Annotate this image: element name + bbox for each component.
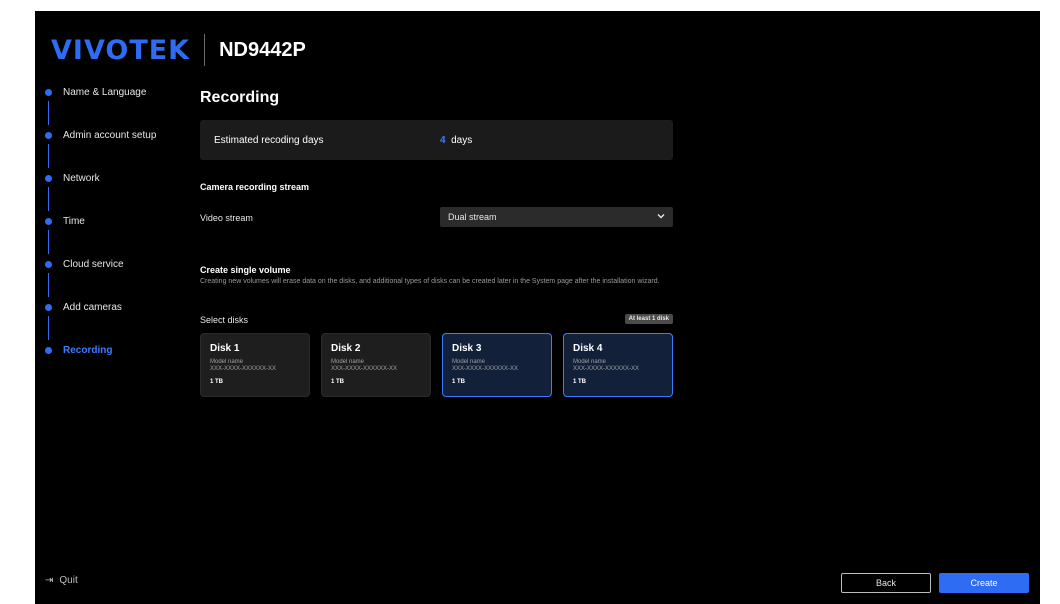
step-label: Time — [63, 216, 85, 227]
select-disks-label: Select disks — [200, 315, 249, 325]
step-dot-icon — [45, 175, 52, 182]
disk-model-label: Model name — [210, 359, 244, 365]
step-dot-icon — [45, 132, 52, 139]
estimate-label: Estimated recoding days — [214, 135, 324, 146]
disk-size: 1 TB — [573, 379, 587, 385]
device-model: ND9442P — [219, 38, 306, 61]
step-dot-icon — [45, 347, 52, 354]
disk-name: Disk 3 — [452, 343, 482, 354]
step-dot-icon — [45, 218, 52, 225]
disk-name: Disk 4 — [573, 343, 603, 354]
disk-name: Disk 1 — [210, 343, 240, 354]
disk-card-1[interactable]: Disk 1 Model name XXX-XXXX-XXXXXX-XX 1 T… — [200, 333, 310, 397]
disk-model-value: XXX-XXXX-XXXXXX-XX — [573, 366, 640, 372]
step-dot-icon — [45, 261, 52, 268]
quit-button[interactable]: ⇥ Quit — [45, 575, 78, 586]
disk-model-value: XXX-XXXX-XXXXXX-XX — [452, 366, 519, 372]
chevron-down-icon — [657, 214, 665, 219]
step-label: Name & Language — [63, 87, 147, 98]
disk-model-label: Model name — [331, 359, 365, 365]
disk-card-2[interactable]: Disk 2 Model name XXX-XXXX-XXXXXX-XX 1 T… — [321, 333, 431, 397]
stream-section-title: Camera recording stream — [200, 182, 310, 192]
exit-arrow-icon: ⇥ — [45, 575, 54, 586]
estimate-days-unit: days — [451, 135, 473, 146]
step-connector — [48, 230, 49, 254]
app-window: VIVOTEK ND9442P Name & Language Admin ac… — [35, 11, 1040, 604]
disk-model-value: XXX-XXXX-XXXXXX-XX — [331, 366, 398, 372]
volume-description: Creating new volumes will erase data on … — [200, 278, 660, 285]
disk-name: Disk 2 — [331, 343, 361, 354]
vivotek-logo: VIVOTEK — [51, 34, 191, 66]
recording-panel: Recording Estimated recoding days 4 days… — [200, 89, 673, 397]
step-dot-icon — [45, 304, 52, 311]
step-connector — [48, 187, 49, 211]
min-disk-badge: At least 1 disk — [624, 314, 673, 324]
disk-model-label: Model name — [573, 359, 607, 365]
step-connector — [48, 316, 49, 340]
header: VIVOTEK ND9442P — [51, 34, 306, 66]
step-connector — [48, 273, 49, 297]
back-button[interactable]: Back — [841, 573, 931, 593]
volume-section-title: Create single volume — [200, 265, 291, 275]
step-connector — [48, 144, 49, 168]
page-title: Recording — [200, 89, 280, 106]
disk-model-label: Model name — [452, 359, 486, 365]
disk-size: 1 TB — [210, 379, 224, 385]
step-label: Add cameras — [63, 302, 122, 313]
disk-size: 1 TB — [452, 379, 466, 385]
step-dot-icon — [45, 89, 52, 96]
disk-card-4[interactable]: Disk 4 Model name XXX-XXXX-XXXXXX-XX 1 T… — [563, 333, 673, 397]
estimate-card: Estimated recoding days 4 days — [200, 120, 673, 160]
video-stream-value: Dual stream — [448, 212, 497, 222]
create-button[interactable]: Create — [939, 573, 1029, 593]
step-connector — [48, 101, 49, 125]
video-stream-select[interactable]: Dual stream — [440, 207, 673, 227]
disk-size: 1 TB — [331, 379, 345, 385]
step-label: Recording — [63, 345, 113, 356]
step-label: Network — [63, 173, 100, 184]
step-label: Admin account setup — [63, 130, 157, 141]
disk-card-3[interactable]: Disk 3 Model name XXX-XXXX-XXXXXX-XX 1 T… — [442, 333, 552, 397]
video-stream-label: Video stream — [200, 213, 253, 223]
disk-model-value: XXX-XXXX-XXXXXX-XX — [210, 366, 277, 372]
disk-list: Disk 1 Model name XXX-XXXX-XXXXXX-XX 1 T… — [200, 333, 673, 397]
estimate-days-number: 4 — [440, 135, 446, 146]
estimate-value: 4 days — [440, 135, 472, 146]
quit-label: Quit — [59, 575, 78, 586]
step-label: Cloud service — [63, 259, 124, 270]
header-divider — [204, 34, 206, 66]
